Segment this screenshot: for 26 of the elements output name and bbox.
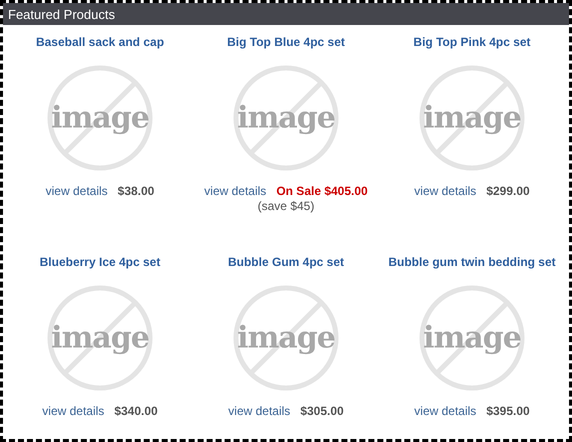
price: $340.00 [114, 404, 158, 418]
image-placeholder-icon: image [417, 283, 527, 393]
view-details-link[interactable]: view details [204, 184, 266, 198]
image-placeholder-icon: image [231, 283, 341, 393]
panel-title: Featured Products [3, 3, 569, 25]
view-details-link[interactable]: view details [228, 404, 290, 418]
view-details-link[interactable]: view details [42, 404, 104, 418]
product-title-link[interactable]: Bubble Gum 4pc set [228, 255, 344, 269]
view-details-link[interactable]: view details [414, 404, 476, 418]
image-placeholder-icon: image [45, 63, 155, 173]
product-title-link[interactable]: Baseball sack and cap [36, 35, 164, 49]
view-details-link[interactable]: view details [46, 184, 108, 198]
price: $305.00 [300, 404, 344, 418]
product-title-link[interactable]: Big Top Pink 4pc set [413, 35, 531, 49]
price: $395.00 [486, 404, 530, 418]
product-title-link[interactable]: Big Top Blue 4pc set [227, 35, 345, 49]
product-title-link[interactable]: Blueberry Ice 4pc set [40, 255, 160, 269]
savings-note: (save $45) [258, 199, 314, 213]
view-details-link[interactable]: view details [414, 184, 476, 198]
image-placeholder-icon: image [417, 63, 527, 173]
image-placeholder-icon: image [45, 283, 155, 393]
price: On Sale $405.00 [276, 184, 368, 198]
price: $299.00 [486, 184, 530, 198]
price: $38.00 [118, 184, 154, 198]
image-placeholder-icon: image [231, 63, 341, 173]
product-title-link[interactable]: Bubble gum twin bedding set [388, 255, 556, 269]
